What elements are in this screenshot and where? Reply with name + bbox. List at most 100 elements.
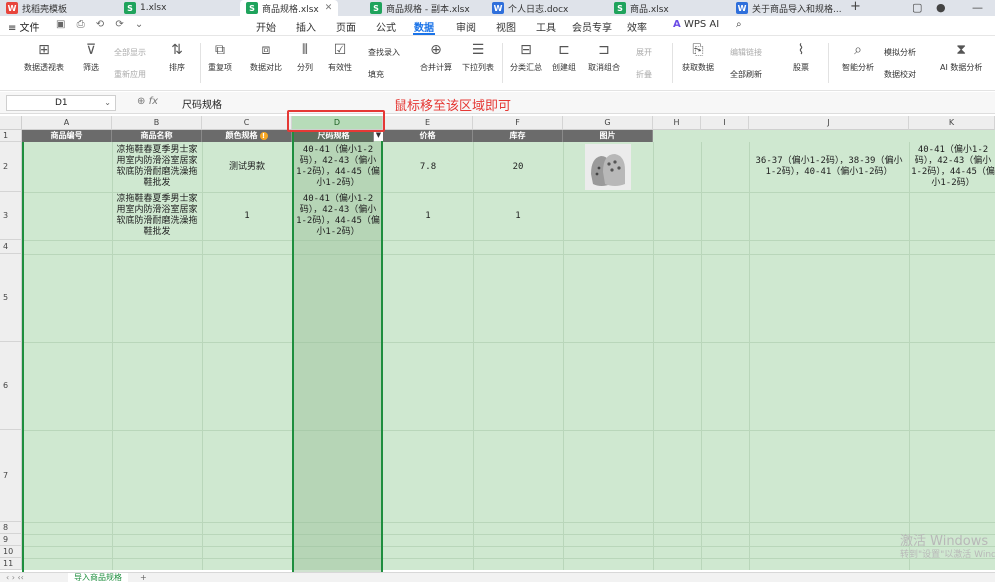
tab-1-xlsx[interactable]: S 1.xlsx <box>118 0 172 16</box>
name-box[interactable]: D1 ⌄ <box>6 95 116 111</box>
cell-size-row3[interactable]: 40-41（偏小1-2码），42-43（偏小1-2码），44-45（偏小1-2码… <box>296 192 380 240</box>
formula-icons[interactable]: ⊕ fx <box>137 96 158 107</box>
column-header-i[interactable]: I <box>701 116 749 130</box>
menu-efficiency[interactable]: 效率 <box>627 19 647 34</box>
menu-start[interactable]: 开始 <box>256 19 276 34</box>
select-all-corner[interactable] <box>0 116 22 130</box>
column-header-h[interactable]: H <box>653 116 701 130</box>
refresh-all-button[interactable]: 全部刷新 <box>730 69 762 80</box>
cell-price-row2[interactable]: 7.8 <box>385 142 471 192</box>
reapply-button[interactable]: 重新应用 <box>114 69 146 80</box>
split-column-button[interactable]: ⫴ 分列 <box>296 41 314 73</box>
header-cell-stock[interactable]: 库存 <box>473 130 563 142</box>
cell-stock-row3[interactable]: 1 <box>475 192 561 240</box>
get-data-button[interactable]: ⎘ 获取数据 <box>682 41 714 73</box>
cell-j-row2[interactable]: 36-37（偏小1-2码），38-39（偏小1-2码），40-41（偏小1-2码… <box>751 142 907 192</box>
sheet-nav-icons[interactable]: ‹ › ‹‹ <box>6 573 24 582</box>
column-header-b[interactable]: B <box>112 116 202 130</box>
whatif-button[interactable]: 模拟分析 <box>884 47 916 58</box>
expand-button[interactable]: 展开 <box>636 47 652 58</box>
menu-tools[interactable]: 工具 <box>536 19 556 34</box>
row-header-4[interactable]: 4 <box>0 240 22 254</box>
cell-name-row2[interactable]: 凉拖鞋春夏季男士家用室内防滑浴室居家软底防滑耐磨洗澡拖鞋批发 <box>114 142 200 192</box>
tab-template[interactable]: W 找稻壳模板 <box>0 0 73 16</box>
fill-button[interactable]: 填充 <box>368 69 384 80</box>
cell-name-row3[interactable]: 凉拖鞋春夏季男士家用室内防滑浴室居家软底防滑耐磨洗澡拖鞋批发 <box>114 192 200 240</box>
menu-data[interactable]: 数据 <box>414 19 434 34</box>
cell-k-row2[interactable]: 40-41（偏小1-2码），42-43（偏小1-2码），44-45（偏小1-2码… <box>911 142 995 192</box>
wps-ai-button[interactable]: A WPS AI <box>673 19 719 30</box>
stock-button[interactable]: ⌇ 股票 <box>792 41 810 73</box>
menu-insert[interactable]: 插入 <box>296 19 316 34</box>
ungroup-button[interactable]: ⊐ 取消组合 <box>588 41 620 73</box>
column-header-j[interactable]: J <box>749 116 909 130</box>
row-header-6[interactable]: 6 <box>0 342 22 430</box>
row-header-9[interactable]: 9 <box>0 534 22 546</box>
cell-size-row2[interactable]: 40-41（偏小1-2码），42-43（偏小1-2码），44-45（偏小1-2码… <box>296 142 380 192</box>
menu-member[interactable]: 会员专享 <box>572 19 612 34</box>
formula-input[interactable]: 尺码规格 <box>182 96 222 111</box>
header-cell-image[interactable]: 图片 <box>563 130 653 142</box>
menu-formula[interactable]: 公式 <box>376 19 396 34</box>
column-header-c[interactable]: C <box>202 116 292 130</box>
find-entry-button[interactable]: 查找录入 <box>368 47 400 58</box>
tab-spec-copy-xlsx[interactable]: S 商品规格 - 副本.xlsx <box>364 0 476 16</box>
file-menu[interactable]: ≡ 文件 <box>8 19 40 34</box>
minimize-icon[interactable]: — <box>972 0 983 16</box>
tab-import-doc[interactable]: W 关于商品导入和规格... <box>730 0 848 16</box>
header-cell-name[interactable]: 商品名称 <box>112 130 202 142</box>
column-header-k[interactable]: K <box>909 116 995 130</box>
collapse-button[interactable]: 折叠 <box>636 69 652 80</box>
row-header-2[interactable]: 2 <box>0 142 22 192</box>
search-icon[interactable]: ⌕ <box>736 19 742 30</box>
menu-review[interactable]: 审阅 <box>456 19 476 34</box>
row-header-5[interactable]: 5 <box>0 254 22 342</box>
tab-goods-xlsx[interactable]: S 商品.xlsx <box>608 0 675 16</box>
pivot-table-button[interactable]: ⊞ 数据透视表 <box>24 41 64 73</box>
cell-color-row2[interactable]: 测试男款 <box>204 142 290 192</box>
ai-analysis-button[interactable]: ⧗ AI 数据分析 <box>940 41 982 73</box>
filter-button[interactable]: ⊽ 筛选 <box>82 41 100 73</box>
row-header-3[interactable]: 3 <box>0 192 22 240</box>
chevron-down-icon[interactable]: ⌄ <box>104 96 111 110</box>
create-group-button[interactable]: ⊏ 创建组 <box>552 41 576 73</box>
validity-button[interactable]: ☑ 有效性 <box>328 41 352 73</box>
row-header-8[interactable]: 8 <box>0 522 22 534</box>
avatar[interactable]: ● <box>936 0 946 16</box>
row-header-11[interactable]: 11 <box>0 558 22 570</box>
dropdown-list-button[interactable]: ☰ 下拉列表 <box>462 41 494 73</box>
tab-diary-docx[interactable]: W 个人日志.docx <box>486 0 574 16</box>
subtotal-button[interactable]: ⊟ 分类汇总 <box>510 41 542 73</box>
row-header-1[interactable]: 1 <box>0 130 22 142</box>
smart-analysis-button[interactable]: ⌕ 智能分析 <box>842 41 874 73</box>
column-header-e[interactable]: E <box>383 116 473 130</box>
column-header-f[interactable]: F <box>473 116 563 130</box>
row-header-10[interactable]: 10 <box>0 546 22 558</box>
menu-page[interactable]: 页面 <box>336 19 356 34</box>
window-layout-icon[interactable]: ▢ <box>912 0 922 16</box>
sort-button[interactable]: ⇅ 排序 <box>168 41 186 73</box>
header-cell-color[interactable]: 颜色规格! <box>202 130 292 142</box>
header-cell-price[interactable]: 价格 <box>383 130 473 142</box>
duplicates-button[interactable]: ⧉ 重复项 <box>208 41 232 73</box>
new-tab-icon[interactable]: + <box>850 0 861 16</box>
data-check-button[interactable]: 数据校对 <box>884 69 916 80</box>
cell-price-row3[interactable]: 1 <box>385 192 471 240</box>
consolidate-button[interactable]: ⊕ 合并计算 <box>420 41 452 73</box>
close-icon[interactable]: ✕ <box>325 3 333 13</box>
compare-button[interactable]: ⧈ 数据对比 <box>250 41 282 73</box>
row-header-7[interactable]: 7 <box>0 430 22 522</box>
sheet-tab-import[interactable]: 导入商品规格 <box>68 573 128 582</box>
header-cell-code[interactable]: 商品编号 <box>22 130 112 142</box>
column-header-a[interactable]: A <box>22 116 112 130</box>
warning-icon[interactable]: ! <box>259 132 268 140</box>
show-all-button[interactable]: 全部显示 <box>114 47 146 58</box>
edit-links-button[interactable]: 编辑链接 <box>730 47 762 58</box>
product-image[interactable] <box>585 144 631 190</box>
cell-color-row3[interactable]: 1 <box>204 192 290 240</box>
add-sheet-icon[interactable]: + <box>140 573 147 582</box>
column-header-g[interactable]: G <box>563 116 653 130</box>
menu-view[interactable]: 视图 <box>496 19 516 34</box>
quick-access-icons[interactable]: ▣ ⎙ ⟲ ⟳ ⌄ <box>56 19 147 30</box>
tab-spec-xlsx[interactable]: S 商品规格.xlsx ✕ <box>240 0 339 16</box>
